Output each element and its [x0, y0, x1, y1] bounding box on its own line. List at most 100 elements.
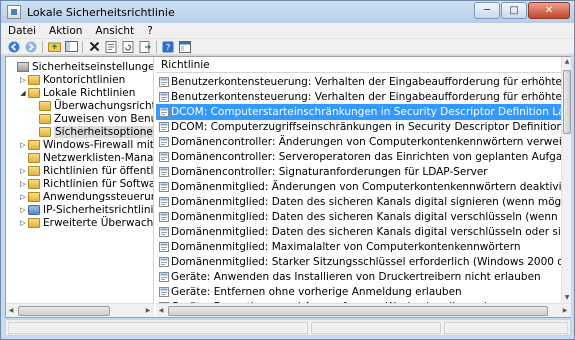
tree-item[interactable]: ▷ Richtlinien für Softwareeinsch — [19, 177, 153, 190]
maximize-button[interactable]: □ — [501, 2, 527, 19]
tree-item[interactable]: ▷ Windows-Firewall mit erweite — [19, 138, 153, 151]
list-horizontal-scroll-thumb[interactable] — [168, 306, 548, 316]
policy-row-label: Domänenmitglied: Daten des sicheren Kana… — [171, 226, 561, 238]
tree-item-label: Anwendungssteuerungsrichtli — [43, 190, 153, 203]
app-icon — [7, 5, 21, 19]
folder-icon — [28, 165, 40, 176]
properties-icon[interactable] — [104, 40, 118, 53]
scroll-down-icon[interactable]: ▼ — [562, 293, 571, 303]
policy-row-label: Domänenmitglied: Daten des sicheren Kana… — [171, 211, 561, 223]
toolbar-separator — [82, 40, 83, 53]
menu-datei[interactable]: Datei — [1, 25, 42, 37]
expand-toggle-icon[interactable]: ▷ — [19, 206, 27, 214]
scroll-left-icon[interactable]: ◀ — [6, 304, 16, 317]
policy-row[interactable]: Domänenmitglied: Daten des sicheren Kana… — [156, 209, 561, 225]
policy-icon — [159, 92, 169, 102]
window-title: Lokale Sicherheitsrichtlinie — [27, 5, 175, 19]
scroll-right-icon[interactable]: ▶ — [560, 304, 570, 317]
policy-row-label: Domänencontroller: Änderungen von Comput… — [171, 136, 561, 148]
policy-icon — [159, 122, 169, 132]
tree-item[interactable]: ▷ Erweiterte Überwachungsricht — [19, 216, 153, 229]
expand-toggle-icon[interactable]: ▷ — [19, 141, 27, 149]
vertical-scrollbar[interactable]: ▲ ▼ — [561, 57, 571, 303]
expand-toggle-icon[interactable]: ▷ — [19, 193, 27, 201]
expand-toggle-icon[interactable]: ▷ — [19, 219, 27, 227]
policy-icon — [159, 212, 169, 222]
policy-row-label: Domänencontroller: Signaturanforderungen… — [171, 166, 488, 178]
scroll-left-icon[interactable]: ◀ — [156, 304, 166, 317]
svg-text:?: ? — [166, 43, 171, 53]
forward-icon[interactable] — [24, 40, 38, 53]
tree-item[interactable]: Überwachungsrichtlinie — [30, 99, 153, 112]
tree-item[interactable]: ▷ Richtlinien für öffentliche Sch — [19, 164, 154, 177]
policy-row[interactable]: Domänencontroller: Signaturanforderungen… — [156, 164, 561, 180]
security-settings-icon — [17, 61, 29, 72]
close-button[interactable]: ✕ — [528, 2, 570, 19]
policy-row-label: Domänencontroller: Serveroperatoren das … — [171, 151, 561, 163]
tree-item-label: Richtlinien für öffentliche Sch — [43, 164, 154, 177]
show-hide-tree-icon[interactable] — [64, 40, 78, 53]
toolbar-separator — [156, 40, 157, 53]
tree-horizontal-scrollbar[interactable]: ◀ ▶ — [6, 303, 154, 317]
policy-row[interactable]: DCOM: Computerstarteinschränkungen in Se… — [156, 104, 561, 120]
scroll-up-icon[interactable]: ▲ — [562, 57, 571, 67]
policy-row[interactable]: Domänenmitglied: Starker Sitzungsschlüss… — [156, 254, 561, 270]
policy-icon — [159, 242, 169, 252]
refresh-icon[interactable] — [121, 40, 135, 53]
expand-toggle-icon[interactable]: ▷ — [19, 167, 27, 175]
policy-icon — [159, 287, 169, 297]
folder-icon — [28, 178, 40, 189]
window-controls: ─ □ ✕ — [473, 2, 570, 19]
tree-item[interactable]: ▷ IP-Sicherheitsrichtlinien auf Lo — [19, 203, 153, 216]
status-cell — [311, 322, 441, 334]
policy-row[interactable]: DCOM: Computerzugriffseinschränkungen in… — [156, 119, 561, 135]
policy-row[interactable]: Geräte: Anwenden das Installieren von Dr… — [156, 269, 561, 285]
menu-ansicht[interactable]: Ansicht — [88, 25, 140, 37]
policy-row[interactable]: Geräte: Entfernen ohne vorherige Anmeldu… — [156, 284, 561, 300]
policy-row[interactable]: Domänenmitglied: Änderungen von Computer… — [156, 179, 561, 195]
policy-row-label: Geräte: Anwenden das Installieren von Dr… — [171, 271, 541, 283]
tree-item-label: Überwachungsrichtlinie — [54, 99, 153, 112]
policy-row-label: Benutzerkontensteuerung: Verhalten der E… — [171, 76, 561, 88]
policy-row[interactable]: Domänenmitglied: Daten des sicheren Kana… — [156, 224, 561, 240]
expand-toggle-icon[interactable]: ◢ — [19, 89, 27, 97]
console-icon[interactable] — [178, 40, 192, 53]
policy-icon — [159, 197, 169, 207]
policy-row-label: Domänenmitglied: Änderungen von Computer… — [171, 181, 561, 193]
policy-row[interactable]: Domänencontroller: Änderungen von Comput… — [156, 134, 561, 150]
policy-row[interactable]: Domänenmitglied: Daten des sicheren Kana… — [156, 194, 561, 210]
vertical-scroll-thumb[interactable] — [563, 70, 571, 134]
tree-horizontal-scroll-thumb[interactable] — [18, 306, 110, 316]
scroll-right-icon[interactable]: ▶ — [143, 304, 153, 317]
tree-item[interactable]: Sicherheitseinstellungen — [8, 60, 153, 73]
status-bar — [5, 319, 571, 336]
export-icon[interactable] — [138, 40, 152, 53]
policy-row[interactable]: Domänenmitglied: Maximalalter von Comput… — [156, 239, 561, 255]
policy-icon — [159, 227, 169, 237]
back-icon[interactable] — [7, 40, 21, 53]
menu-help[interactable]: ? — [140, 25, 159, 37]
tree-item[interactable]: Netzwerklisten-Manager-Rich — [19, 151, 153, 164]
policy-icon — [159, 257, 169, 267]
folder-icon — [28, 139, 40, 150]
tree-item[interactable]: ▷ Anwendungssteuerungsrichtli — [19, 190, 153, 203]
policy-row[interactable]: Benutzerkontensteuerung: Verhalten der E… — [156, 89, 561, 105]
tree-item[interactable]: Sicherheitsoptionen — [30, 125, 153, 138]
policy-row[interactable]: Domänencontroller: Serveroperatoren das … — [156, 149, 561, 165]
tree-item[interactable]: Zuweisen von Benutzerrec — [30, 112, 153, 125]
up-folder-icon[interactable] — [47, 40, 61, 53]
help-icon[interactable]: ? — [161, 40, 175, 53]
minimize-icon: ─ — [483, 5, 491, 16]
tree-item[interactable]: ◢ Lokale Richtlinien — [19, 86, 135, 99]
list-horizontal-scrollbar[interactable]: ◀ ▶ — [156, 303, 571, 317]
policy-row[interactable]: Benutzerkontensteuerung: Verhalten der E… — [156, 74, 561, 90]
tree-item[interactable]: ▷ Kontorichtlinien — [19, 73, 125, 86]
minimize-button[interactable]: ─ — [474, 2, 500, 19]
folder-icon — [28, 87, 40, 98]
expand-toggle-icon[interactable]: ▷ — [19, 180, 27, 188]
title-bar[interactable]: Lokale Sicherheitsrichtlinie ─ □ ✕ — [1, 1, 574, 23]
delete-icon[interactable] — [87, 40, 101, 53]
expand-toggle-icon[interactable]: ▷ — [19, 76, 27, 84]
column-header-richtlinie[interactable]: Richtlinie — [156, 57, 561, 73]
menu-aktion[interactable]: Aktion — [42, 25, 88, 37]
